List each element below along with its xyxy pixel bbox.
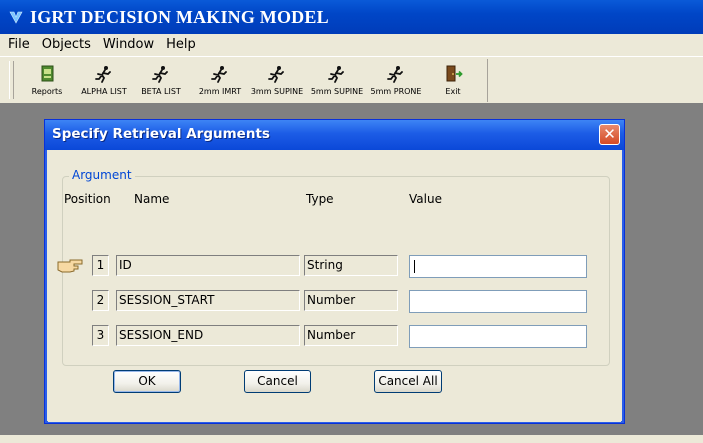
3mm-supine-button[interactable]: 3mm SUPINE bbox=[248, 59, 306, 102]
2mm-imrt-button-label: 2mm IMRT bbox=[198, 87, 242, 96]
alpha-list-button[interactable]: ALPHA LIST bbox=[75, 59, 133, 102]
status-strip bbox=[0, 435, 703, 443]
type-column-header: Type bbox=[306, 192, 334, 206]
app-title-bar: IGRT DECISION MAKING MODEL bbox=[0, 0, 703, 34]
row-3-name: SESSION_END bbox=[116, 325, 300, 346]
toolbar-grip[interactable] bbox=[9, 61, 14, 99]
runner-icon bbox=[152, 66, 168, 83]
close-button[interactable]: ✕ bbox=[599, 124, 620, 145]
close-icon: ✕ bbox=[603, 125, 616, 143]
value-column-header: Value bbox=[409, 192, 442, 206]
cancel-button[interactable]: Cancel bbox=[244, 370, 311, 393]
row-3-position: 3 bbox=[92, 325, 109, 346]
row-1-position: 1 bbox=[92, 255, 109, 276]
exit-button[interactable]: Exit bbox=[438, 59, 468, 102]
row-2-position: 2 bbox=[92, 290, 109, 311]
dialog-title-bar[interactable]: Specify Retrieval Arguments ✕ bbox=[45, 120, 624, 150]
5mm-supine-button[interactable]: 5mm SUPINE bbox=[308, 59, 366, 102]
app-title: IGRT DECISION MAKING MODEL bbox=[30, 6, 329, 27]
name-column-header: Name bbox=[134, 192, 170, 206]
report-icon bbox=[41, 65, 54, 82]
reports-button[interactable]: Reports bbox=[25, 59, 69, 102]
runner-icon bbox=[387, 66, 403, 83]
row-3-value-input[interactable] bbox=[409, 325, 587, 348]
menu-file[interactable]: File bbox=[0, 34, 36, 56]
runner-icon bbox=[211, 66, 227, 83]
app-logo-icon bbox=[9, 11, 23, 24]
dialog-body: Argument Position Name Type Value 1 ID S… bbox=[48, 150, 621, 422]
5mm-supine-button-label: 5mm SUPINE bbox=[310, 87, 364, 96]
runner-icon bbox=[268, 66, 284, 83]
pointing-hand-icon bbox=[57, 259, 83, 273]
5mm-prone-button-label: 5mm PRONE bbox=[370, 87, 422, 96]
text-caret bbox=[414, 260, 415, 273]
exit-button-label: Exit bbox=[445, 87, 461, 96]
row-2-name: SESSION_START bbox=[116, 290, 300, 311]
alpha-list-button-label: ALPHA LIST bbox=[81, 87, 127, 96]
2mm-imrt-button[interactable]: 2mm IMRT bbox=[192, 59, 248, 102]
beta-list-button[interactable]: BETA LIST bbox=[134, 59, 188, 102]
menu-window[interactable]: Window bbox=[97, 34, 160, 56]
row-3-type: Number bbox=[304, 325, 398, 346]
cancel-all-button[interactable]: Cancel All bbox=[374, 370, 442, 393]
toolbar: Reports ALPHA LIST BETA LIST 2mm IMRT 3m… bbox=[0, 56, 703, 103]
reports-button-label: Reports bbox=[31, 87, 63, 96]
exit-door-icon bbox=[446, 65, 463, 82]
menu-help[interactable]: Help bbox=[160, 34, 202, 56]
3mm-supine-button-label: 3mm SUPINE bbox=[250, 87, 304, 96]
row-1-name: ID bbox=[116, 255, 300, 276]
row-2-value-input[interactable] bbox=[409, 290, 587, 313]
menu-objects[interactable]: Objects bbox=[36, 34, 97, 56]
row-1-type: String bbox=[304, 255, 398, 276]
row-2-type: Number bbox=[304, 290, 398, 311]
row-1-value-input[interactable] bbox=[409, 255, 587, 278]
argument-group-label: Argument bbox=[69, 168, 135, 182]
menu-bar: File Objects Window Help bbox=[0, 34, 703, 56]
runner-icon bbox=[95, 66, 111, 83]
5mm-prone-button[interactable]: 5mm PRONE bbox=[367, 59, 425, 102]
toolbar-button-group: Reports ALPHA LIST BETA LIST 2mm IMRT 3m… bbox=[20, 59, 488, 102]
retrieval-arguments-dialog: Specify Retrieval Arguments ✕ Argument P… bbox=[44, 119, 625, 424]
beta-list-button-label: BETA LIST bbox=[141, 87, 181, 96]
ok-button[interactable]: OK bbox=[113, 370, 181, 393]
dialog-title: Specify Retrieval Arguments bbox=[52, 126, 270, 142]
runner-icon bbox=[328, 66, 344, 83]
position-column-header: Position bbox=[64, 192, 111, 206]
